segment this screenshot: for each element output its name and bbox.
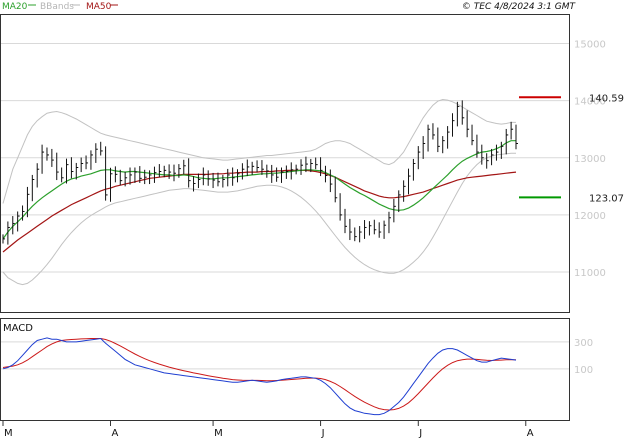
macd-gridlines — [1, 341, 569, 370]
stock-chart: MA20 BBands MA50 © TEC 4/8/2024 3:1 GMT … — [0, 2, 624, 439]
price-tick-label: 12000 — [574, 211, 606, 222]
copyright-icon: © — [462, 2, 474, 12]
x-month-label: M — [214, 428, 223, 439]
bollinger-upper-line — [2, 98, 516, 204]
bollinger-bands — [2, 98, 516, 286]
macd-panel-frame — [0, 318, 570, 421]
price-tick-label: 13000 — [574, 154, 606, 165]
annotation-label: 123.07 — [589, 193, 624, 204]
macd-title: MACD — [3, 323, 33, 334]
price-annotations: 140.59 123.07 — [519, 93, 624, 204]
x-month-label: A — [527, 428, 534, 439]
legend-ma20-label: MA20 — [2, 2, 28, 12]
price-tick-label: 15000 — [574, 40, 606, 51]
x-month-label: J — [418, 428, 422, 439]
price-tick-label: 11000 — [574, 268, 606, 279]
timestamp-text: TEC 4/8/2024 3:1 GMT — [474, 2, 577, 12]
x-month-label: M — [4, 428, 13, 439]
annotation-label: 140.59 — [589, 93, 624, 104]
legend: MA20 BBands MA50 — [2, 2, 118, 12]
macd-lines — [2, 337, 517, 416]
macd-tick-label: 300 — [574, 338, 593, 349]
macd-tick-label: 100 — [574, 365, 593, 376]
x-month-label: J — [321, 428, 325, 439]
macd-line — [2, 337, 517, 416]
timestamp: © TEC 4/8/2024 3:1 GMT — [462, 2, 577, 12]
legend-bbands-label: BBands — [40, 2, 74, 12]
macd-signal-line — [2, 338, 516, 411]
x-axis-months: MAMJJA — [2, 420, 534, 439]
x-month-label: A — [111, 428, 118, 439]
bollinger-lower-line — [2, 152, 516, 286]
legend-ma50-label: MA50 — [86, 2, 112, 12]
price-y-axis: 1100012000130001400015000 — [574, 40, 606, 279]
macd-y-axis: 100 300 — [574, 338, 593, 376]
